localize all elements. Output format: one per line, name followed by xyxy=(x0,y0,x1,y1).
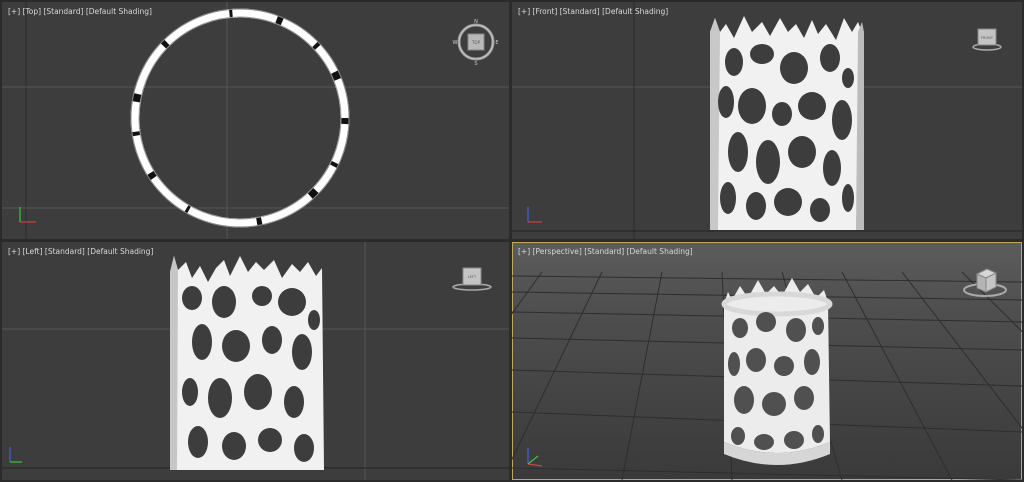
left-scene xyxy=(2,242,509,480)
viewport-mode-menu[interactable]: [Standard] xyxy=(584,247,624,256)
viewport-mode-menu[interactable]: [Standard] xyxy=(43,7,83,16)
viewport-view-menu[interactable]: [Top] xyxy=(23,7,42,16)
viewport-shading-menu[interactable]: [Default Shading] xyxy=(602,7,668,16)
svg-text:E: E xyxy=(495,40,498,46)
viewport-mode-menu[interactable]: [Standard] xyxy=(560,7,600,16)
viewport-menu-plus[interactable]: [+] xyxy=(8,7,20,16)
viewport-front[interactable]: [+] [Front] [Standard] [Default Shading] xyxy=(512,2,1022,239)
vase-front xyxy=(710,16,864,230)
viewport-label-front[interactable]: [+] [Front] [Standard] [Default Shading] xyxy=(518,7,668,16)
viewport-label-left[interactable]: [+] [Left] [Standard] [Default Shading] xyxy=(8,247,153,256)
svg-text:FRONT: FRONT xyxy=(981,36,994,40)
viewport-label-perspective[interactable]: [+] [Perspective] [Standard] [Default Sh… xyxy=(518,247,693,256)
vase-left xyxy=(170,256,324,470)
viewport-top[interactable]: [+] [Top] [Standard] [Default Shading] T… xyxy=(2,2,509,239)
svg-text:TOP: TOP xyxy=(471,40,481,45)
svg-text:S: S xyxy=(474,61,477,66)
viewport-view-menu[interactable]: [Front] xyxy=(533,7,558,16)
viewport-view-menu[interactable]: [Perspective] xyxy=(533,247,582,256)
axis-gizmo xyxy=(527,207,542,223)
viewport-shading-menu[interactable]: [Default Shading] xyxy=(627,247,693,256)
viewport-left[interactable]: [+] [Left] [Standard] [Default Shading] xyxy=(2,242,509,480)
viewcube-left[interactable]: LEFT xyxy=(452,266,492,292)
viewport-shading-menu[interactable]: [Default Shading] xyxy=(87,247,153,256)
viewport-view-menu[interactable]: [Left] xyxy=(23,247,43,256)
svg-text:N: N xyxy=(474,19,478,25)
viewport-perspective[interactable]: [+] [Perspective] [Standard] [Default Sh… xyxy=(512,242,1022,480)
svg-text:LEFT: LEFT xyxy=(468,275,477,279)
axis-gizmo xyxy=(9,447,22,463)
viewcube-perspective[interactable] xyxy=(962,264,1008,300)
viewcube-compass[interactable]: TOP N S E W xyxy=(452,18,500,66)
viewport-menu-plus[interactable]: [+] xyxy=(518,247,530,256)
viewport-shading-menu[interactable]: [Default Shading] xyxy=(86,7,152,16)
viewport-mode-menu[interactable]: [Standard] xyxy=(45,247,85,256)
front-scene xyxy=(512,2,1022,239)
vase-perspective xyxy=(721,278,833,465)
top-scene xyxy=(2,2,509,239)
viewport-menu-plus[interactable]: [+] xyxy=(518,7,530,16)
viewcube-front[interactable]: FRONT xyxy=(972,26,1002,52)
svg-text:W: W xyxy=(453,40,458,46)
viewport-menu-plus[interactable]: [+] xyxy=(8,247,20,256)
perspective-scene xyxy=(512,271,1022,480)
axis-gizmo xyxy=(527,448,543,467)
axis-gizmo xyxy=(19,207,36,223)
viewport-label-top[interactable]: [+] [Top] [Standard] [Default Shading] xyxy=(8,7,152,16)
